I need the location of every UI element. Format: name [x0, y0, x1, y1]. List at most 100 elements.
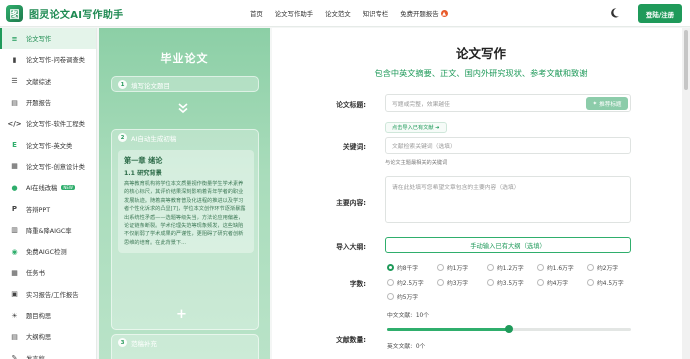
- sidebar-item-11[interactable]: ▦ 任务书: [0, 262, 96, 283]
- login-button[interactable]: 登陆/注册: [638, 4, 682, 23]
- task-icon: ▦: [11, 268, 18, 277]
- sidebar-item-label: 降重&降AIGC率: [26, 227, 72, 235]
- sidebar-item-15[interactable]: ✎ 发言稿: [0, 347, 96, 359]
- sidebar-item-label: 论文写作-创意设计类: [26, 163, 85, 171]
- word-count-option[interactable]: 约1.2万字: [487, 263, 537, 272]
- word-count-option[interactable]: 约4万字: [537, 278, 587, 287]
- moon-icon[interactable]: [609, 7, 620, 18]
- sidebar-item-14[interactable]: ▤ 大纲构思: [0, 326, 96, 347]
- draft-preview: 第一章 绪论 1.1 研究背景 高等教育机构将学位本文质量视作衡量学生学术素养的…: [118, 150, 254, 254]
- sidebar-item-6[interactable]: ▦ 论文写作-创意设计类: [0, 156, 96, 177]
- sidebar-item-7[interactable]: ● AI在线改稿 NEW: [0, 177, 96, 198]
- step-2-label: AI自动生成初稿: [131, 134, 177, 143]
- nav-free-proposal[interactable]: 免费开题报告 ▲: [400, 9, 448, 18]
- topic-label: 论文标题:: [336, 101, 366, 109]
- sidebar-item-label: 论文写作-英文类: [26, 142, 73, 150]
- word-count-option[interactable]: 约1.6万字: [537, 263, 587, 272]
- word-count-option-label: 约5万字: [397, 295, 419, 301]
- page-subtitle: 包含中英文摘要、正文、国内外研究现状、参考文献和致谢: [374, 68, 588, 78]
- sidebar-item-label: 题目构思: [26, 313, 52, 320]
- cn-refs-value: 10个: [415, 313, 430, 319]
- word-count-option-label: 约4万字: [547, 281, 569, 287]
- outline-label: 导入大纲:: [336, 243, 366, 251]
- double-chevron-down-icon: [178, 103, 188, 114]
- word-count-option-label: 约4.5万字: [597, 281, 624, 287]
- step-3-label: 范稿补充: [131, 339, 157, 348]
- outline-icon: ▤: [11, 332, 18, 341]
- sidebar-item-4[interactable]: </> 论文写作-软件工程类: [0, 113, 96, 134]
- sidebar-item-3[interactable]: ▤ 开题报告: [0, 92, 96, 113]
- sidebar-item-10[interactable]: ◉ 免费AIGC检测: [0, 241, 96, 262]
- letter-e-icon: E: [12, 141, 17, 150]
- sidebar-item-2[interactable]: ☰ 文献综述: [0, 71, 96, 92]
- sidebar-item-9[interactable]: ▥ 降重&降AIGC率: [0, 220, 96, 241]
- word-count-option-label: 约3万字: [447, 281, 469, 287]
- bulb-icon: ☀: [11, 311, 18, 320]
- word-count-options-row: 约5万字: [387, 292, 437, 301]
- new-badge: NEW: [61, 185, 75, 191]
- word-count-option[interactable]: 约4.5万字: [587, 278, 637, 287]
- sidebar-item-label: 答辩PPT: [26, 206, 51, 214]
- nav-knowledge[interactable]: 知识专栏: [363, 9, 389, 18]
- nav-writing-assistant[interactable]: 论文写作助手: [275, 9, 313, 18]
- nav-free-proposal-label: 免费开题报告: [400, 10, 439, 18]
- nav-home[interactable]: 首页: [250, 9, 263, 18]
- sidebar-item-label: AI在线改稿: [26, 185, 58, 193]
- word-count-option-label: 约1.6万字: [547, 266, 574, 272]
- word-count-label: 字数:: [349, 280, 366, 288]
- import-literature-link[interactable]: 点击导入已有文献 ➜: [385, 122, 447, 133]
- preview-body: 高等教育机构将学位本文质量视作衡量学生学术素养的核心标尺，其评价结果深刻影响着青…: [124, 181, 246, 246]
- sidebar-item-0[interactable]: ≡ 论文写作: [0, 28, 96, 50]
- preview-section: 1.1 研究背景: [124, 170, 162, 177]
- list-icon: ☰: [11, 77, 18, 86]
- sidebar-item-label: 实习报告/工作报告: [26, 291, 79, 299]
- code-icon: </>: [7, 119, 22, 128]
- bar-chart-icon: ▮: [12, 55, 17, 64]
- report-icon: ▤: [11, 98, 18, 107]
- word-count-option[interactable]: 约2万字: [587, 263, 637, 272]
- nav-sample-papers[interactable]: 论文范文: [325, 9, 351, 18]
- app-title: 图灵论文AI写作助手: [29, 9, 124, 21]
- sidebar-item-1[interactable]: ▮ 论文写作-问卷调查类: [0, 49, 96, 70]
- sidebar-item-label: 论文写作-软件工程类: [26, 121, 85, 129]
- word-count-option[interactable]: 约1万字: [437, 263, 487, 272]
- radio-icon: [487, 264, 494, 271]
- recommend-title-button[interactable]: ✦ 推荐标题: [586, 97, 628, 110]
- sidebar-item-5[interactable]: E 论文写作-英文类: [0, 134, 96, 155]
- cn-refs-slider-handle[interactable]: [505, 325, 513, 333]
- refs-label: 文献数量:: [336, 336, 366, 344]
- word-count-option[interactable]: 约8千字: [387, 263, 437, 272]
- logo[interactable]: 图 图灵论文AI写作助手: [6, 4, 246, 22]
- sidebar-item-13[interactable]: ☀ 题目构思: [0, 305, 96, 326]
- radio-icon: [387, 279, 394, 286]
- logo-icon: 图: [6, 4, 23, 22]
- calendar-icon: ▦: [11, 162, 18, 171]
- word-count-option[interactable]: 约3万字: [437, 278, 487, 287]
- word-count-option-label: 约1.2万字: [497, 266, 524, 272]
- keywords-input[interactable]: 文献检索关键词（选填）: [385, 137, 631, 154]
- cn-refs-readout: 中文文献: 10个: [387, 310, 429, 319]
- word-count-option[interactable]: 约5万字: [387, 292, 437, 301]
- ppt-icon: P: [11, 205, 18, 214]
- radio-icon: [487, 279, 494, 286]
- radio-icon: [587, 279, 594, 286]
- word-count-option-label: 约8千字: [397, 266, 419, 272]
- sidebar-item-label: 论文写作-问卷调查类: [26, 57, 85, 65]
- word-count-option-label: 约2万字: [597, 266, 619, 272]
- manual-outline-button[interactable]: 手动输入已有大纲（选填）: [385, 237, 631, 253]
- radio-icon: [437, 264, 444, 271]
- top-nav: 首页 论文写作助手 论文范文 知识专栏 免费开题报告 ▲: [250, 0, 460, 27]
- en-refs-value: 0个: [415, 344, 426, 350]
- keywords-label: 关键词:: [342, 143, 366, 151]
- content-textarea[interactable]: 请在此处填写您希望文章包含的主要内容（选填）: [385, 176, 631, 223]
- word-count-option[interactable]: 约2.5万字: [387, 278, 437, 287]
- step-1-label: 填写论文题目: [131, 81, 170, 90]
- sidebar-item-12[interactable]: ▣ 实习报告/工作报告: [0, 284, 96, 305]
- word-count-option[interactable]: 约3.5万字: [487, 278, 537, 287]
- sidebar-item-8[interactable]: P 答辩PPT: [0, 198, 96, 219]
- radio-icon: [437, 279, 444, 286]
- cn-refs-slider-fill: [387, 328, 509, 331]
- plus-icon: +: [176, 307, 187, 322]
- step-3-number: 3: [118, 338, 127, 347]
- recommend-title-label: 推荐标题: [599, 101, 622, 108]
